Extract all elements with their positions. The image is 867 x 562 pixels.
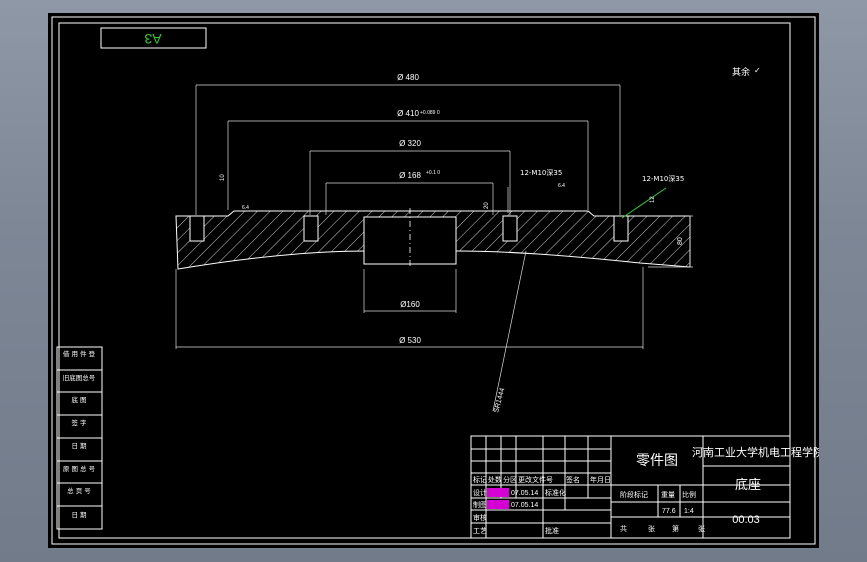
drawing-number: 00.03 (732, 514, 760, 526)
left-block-cell: 借 用 件 登 (63, 349, 96, 358)
dim-left: 10 (220, 174, 226, 181)
school-name: 河南工业大学机电工程学院 (692, 445, 819, 459)
review-label: 审核 (473, 513, 487, 522)
left-block-cell: 底 图 (71, 395, 86, 404)
scale-label: 比例 (682, 490, 696, 499)
left-block-cell: 日 期 (71, 511, 87, 519)
weight-label: 重量 (661, 491, 675, 499)
roughness-symbol: ✓ (754, 66, 761, 75)
rev-header: 分区 (503, 475, 517, 484)
rev-header: 更改文件号 (518, 475, 553, 484)
dim-d410-tol: +0.089 0 (420, 110, 440, 116)
dim-holes-outer: 12-M10深35 (642, 174, 684, 183)
draw-label: 制图 (473, 500, 487, 509)
sheet-total: 共 (620, 524, 627, 533)
design-label: 设计 (473, 488, 487, 497)
roughness-ra2: 6.4 (558, 183, 565, 189)
format-label: A3 (144, 31, 161, 47)
dim-d410: Ø 410 (397, 109, 419, 118)
sheet-num: 第 (672, 524, 679, 533)
left-block-cell: 旧底图总号 (63, 373, 96, 382)
dim-depth: 20 (484, 202, 490, 209)
outer-border (51, 16, 816, 545)
rev-header: 标记 (473, 475, 487, 484)
part-name: 底座 (735, 477, 761, 493)
dim-d160: Ø160 (400, 300, 420, 309)
left-block-cell: 日 期 (71, 442, 87, 450)
drawing-type: 零件图 (636, 453, 678, 469)
dim-d168: Ø 168 (399, 171, 421, 180)
cad-drawing-viewport[interactable]: A3 其余 ✓ Ø 480 Ø 410 +0.089 0 Ø 320 Ø 168… (48, 13, 819, 548)
part-section (175, 208, 691, 270)
rev-header: 处数 (488, 475, 502, 484)
dim-d168-tol: +0.1 0 (426, 170, 440, 176)
process-label: 工艺 (473, 527, 487, 535)
design-date: 07.05.14 (511, 490, 538, 497)
left-block-cell: 原 图 总 号 (63, 464, 96, 473)
rev-header: 年月日 (590, 475, 611, 484)
dim-d480: Ø 480 (397, 73, 419, 82)
sheet-num-unit: 张 (698, 524, 705, 533)
rev-header: 签名 (566, 475, 580, 484)
scale-value: 1:4 (684, 508, 694, 515)
part-drawing: A3 其余 ✓ Ø 480 Ø 410 +0.089 0 Ø 320 Ø 168… (51, 16, 819, 545)
draw-date: 07.05.14 (511, 502, 538, 509)
designer-signature (487, 488, 509, 497)
weight-value: 77.6 (662, 508, 676, 515)
dim-holes-inner: 12-M10深35 (520, 168, 562, 177)
dim-d530: Ø 530 (399, 336, 421, 345)
approve-label: 批准 (545, 526, 559, 535)
std-label: 标准化 (545, 488, 566, 497)
dim-height: 80 (677, 237, 684, 245)
dim-mid: 12 (650, 196, 656, 203)
stage-label: 阶段标记 (620, 490, 648, 499)
left-block-cell: 总 页 号 (67, 486, 91, 495)
inner-border (58, 22, 791, 539)
title-block: 零件图 河南工业大学机电工程学院 底座 00.03 标记 处数 分区 更改文件号… (470, 435, 819, 539)
left-block-cell: 签 字 (71, 418, 87, 427)
dim-d320: Ø 320 (399, 139, 421, 148)
sheet-total-unit: 张 (648, 524, 655, 533)
drafter-signature (487, 500, 509, 509)
left-stamp-block: 借 用 件 登 旧底图总号 底 图 签 字 日 期 原 图 总 号 总 页 号 … (56, 346, 103, 530)
roughness-note: 其余 (732, 66, 750, 78)
roughness-ra1: 6.4 (242, 205, 249, 211)
